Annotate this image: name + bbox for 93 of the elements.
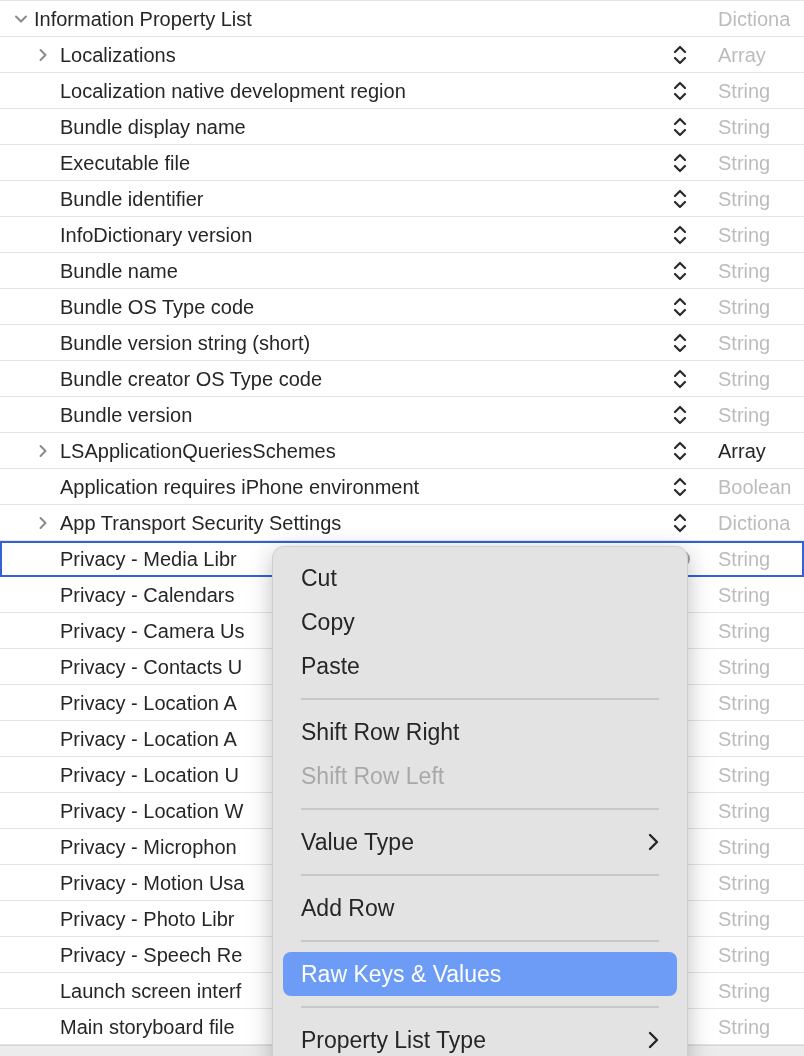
key-text: Bundle version string (short) [60, 330, 311, 356]
key-text: Bundle identifier [60, 186, 204, 212]
table-row[interactable]: Bundle version string (short) String [0, 325, 804, 361]
type-text: Dictiona [718, 511, 791, 534]
table-row[interactable]: Localization native development region String [0, 73, 804, 109]
key-text: Privacy - Location A [60, 690, 237, 716]
key-text: LSApplicationQueriesSchemes [60, 438, 336, 464]
type-text: String [718, 619, 771, 642]
key-text: Privacy - Camera Us [60, 618, 245, 644]
menu-item[interactable]: Paste [283, 644, 677, 688]
key-text: Information Property List [34, 6, 252, 32]
stepper-icon[interactable] [672, 187, 688, 210]
stepper-icon[interactable] [672, 79, 688, 102]
type-text: String [718, 151, 771, 174]
type-text: String [718, 763, 771, 786]
type-text: String [718, 295, 771, 318]
key-text: Bundle creator OS Type code [60, 366, 322, 392]
key-text: Bundle display name [60, 114, 246, 140]
menu-item[interactable]: Property List Type [283, 1018, 677, 1056]
type-text: String [718, 187, 771, 210]
key-text: Bundle version [60, 402, 193, 428]
stepper-icon[interactable] [672, 403, 688, 426]
stepper-icon[interactable] [672, 475, 688, 498]
menu-item[interactable]: Copy [283, 600, 677, 644]
type-text: String [718, 223, 771, 246]
type-text: String [718, 79, 771, 102]
key-text: Privacy - Location A [60, 726, 237, 752]
key-text: Privacy - Microphon [60, 834, 237, 860]
type-text: String [718, 871, 771, 894]
type-text: String [718, 403, 771, 426]
type-text: String [718, 691, 771, 714]
key-text: Localizations [60, 42, 176, 68]
key-text: Application requires iPhone environment [60, 474, 420, 500]
key-text: App Transport Security Settings [60, 510, 342, 536]
key-text: Privacy - Speech Re [60, 942, 243, 968]
table-row[interactable]: Bundle name String [0, 253, 804, 289]
stepper-icon[interactable] [672, 295, 688, 318]
key-text: Privacy - Media Libr [60, 546, 237, 572]
menu-item[interactable]: Add Row [283, 886, 677, 930]
type-text: Boolean [718, 475, 792, 498]
type-text: String [718, 115, 771, 138]
type-text: String [718, 655, 771, 678]
table-row[interactable]: Information Property List Dictiona [0, 1, 804, 37]
key-text: Privacy - Photo Libr [60, 906, 235, 932]
type-text: Dictiona [718, 7, 791, 30]
table-row[interactable]: Executable file String [0, 145, 804, 181]
key-text: Executable file [60, 150, 191, 176]
key-text: Launch screen interf [60, 978, 242, 1004]
type-text: String [718, 547, 771, 570]
table-row[interactable]: Bundle OS Type code String [0, 289, 804, 325]
key-text: Privacy - Contacts U [60, 654, 243, 680]
type-text: String [718, 583, 771, 606]
key-text: Privacy - Location U [60, 762, 239, 788]
key-text: Bundle OS Type code [60, 294, 255, 320]
stepper-icon[interactable] [672, 367, 688, 390]
type-text: String [718, 1015, 771, 1038]
stepper-icon[interactable] [672, 259, 688, 282]
stepper-icon[interactable] [672, 439, 688, 462]
type-text: Array [718, 43, 766, 66]
key-text: Privacy - Location W [60, 798, 244, 824]
table-row[interactable]: Bundle creator OS Type code String [0, 361, 804, 397]
type-text: String [718, 727, 771, 750]
stepper-icon[interactable] [672, 151, 688, 174]
stepper-icon[interactable] [672, 43, 688, 66]
type-text: String [718, 259, 771, 282]
type-text: String [718, 979, 771, 1002]
table-row[interactable]: Application requires iPhone environment Boolean [0, 469, 804, 505]
key-text: Localization native development region [60, 78, 406, 104]
type-text: String [718, 367, 771, 390]
key-text: Bundle name [60, 258, 178, 284]
menu-item[interactable]: Value Type [283, 820, 677, 864]
key-text: Privacy - Calendars [60, 582, 235, 608]
key-text: Privacy - Motion Usa [60, 870, 245, 896]
stepper-icon[interactable] [672, 115, 688, 138]
menu-item[interactable]: Shift Row Right [283, 710, 677, 754]
stepper-icon[interactable] [672, 331, 688, 354]
stepper-icon[interactable] [672, 223, 688, 246]
table-row[interactable]: Bundle version String [0, 397, 804, 433]
key-text: InfoDictionary version [60, 222, 253, 248]
stepper-icon[interactable] [672, 511, 688, 534]
type-text: String [718, 799, 771, 822]
type-text: String [718, 907, 771, 930]
type-text: String [718, 331, 771, 354]
table-row[interactable]: LSApplicationQueriesSchemes Array [0, 433, 804, 469]
type-text: String [718, 943, 771, 966]
type-text: String [718, 835, 771, 858]
table-row[interactable]: Bundle display name String [0, 109, 804, 145]
type-text: Array [718, 439, 766, 462]
table-row[interactable]: InfoDictionary version String [0, 217, 804, 253]
table-row[interactable]: Bundle identifier String [0, 181, 804, 217]
key-text: Main storyboard file [60, 1014, 235, 1040]
table-row[interactable]: Localizations Array [0, 37, 804, 73]
table-row[interactable]: App Transport Security Settings Dictiona [0, 505, 804, 541]
